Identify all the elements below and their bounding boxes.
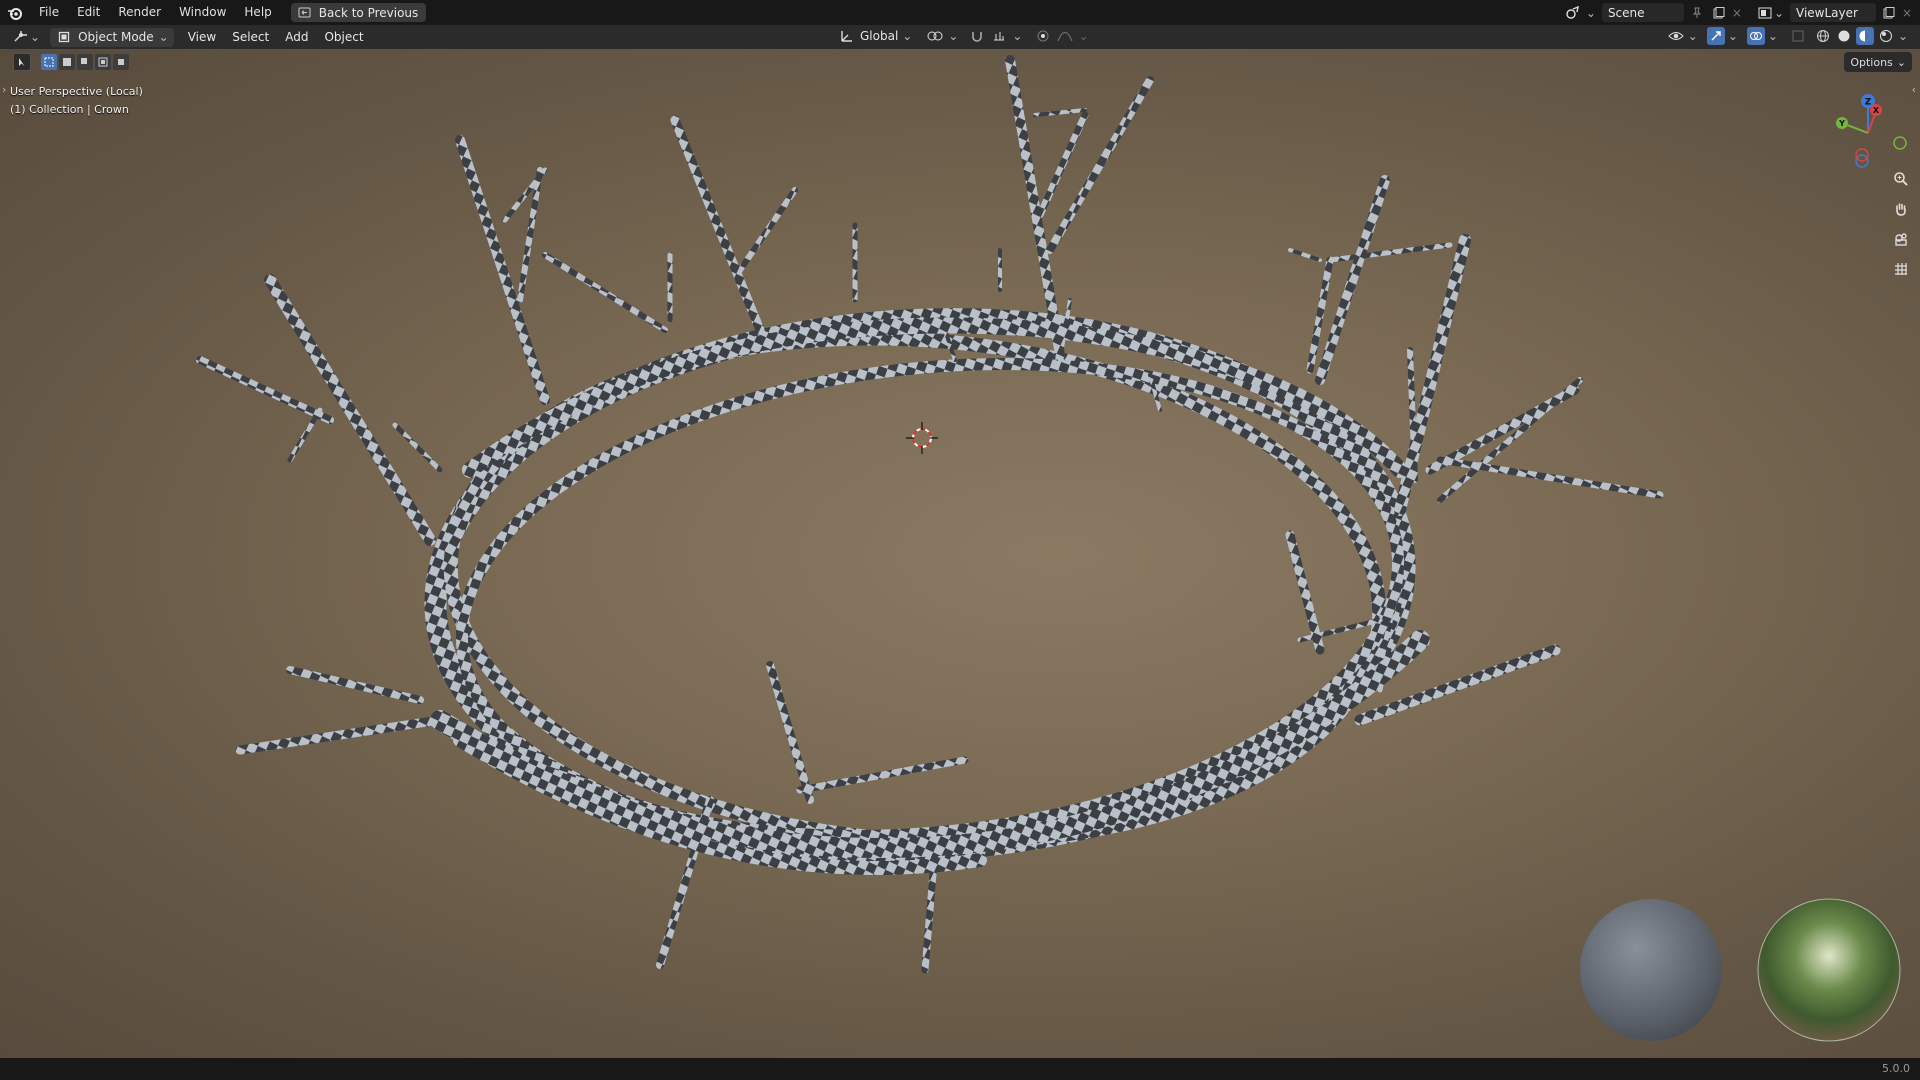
object-mode-label: Object Mode xyxy=(78,30,154,44)
chevron-down-icon: ⌄ xyxy=(902,29,913,43)
chevron-down-icon: ⌄ xyxy=(30,30,41,44)
transform-orientation-icon xyxy=(838,27,856,45)
delete-view-layer-icon[interactable]: × xyxy=(1898,4,1916,22)
solid-shading-icon[interactable] xyxy=(1835,27,1853,45)
chevron-down-icon: ⌄ xyxy=(1687,29,1698,43)
overlays-icon[interactable] xyxy=(1746,27,1765,45)
view-layer-icon[interactable] xyxy=(1756,4,1774,22)
select-intersect-icon[interactable] xyxy=(113,54,129,70)
wireframe-shading-icon[interactable] xyxy=(1814,27,1832,45)
chevron-down-icon: ⌄ xyxy=(1727,29,1738,43)
status-bar: 5.0.0 xyxy=(0,1058,1920,1080)
chevron-down-icon: ⌄ xyxy=(1773,5,1784,20)
material-preview-shading-icon[interactable] xyxy=(1855,27,1874,45)
viewport-collection-label: (1) Collection | Crown xyxy=(10,103,129,116)
chevron-down-icon: ⌄ xyxy=(1767,29,1778,43)
select-tool-icon[interactable] xyxy=(13,53,31,71)
menu-window[interactable]: Window xyxy=(170,0,235,25)
gizmo-z-label: Z xyxy=(1865,98,1872,108)
3d-cursor[interactable] xyxy=(906,422,938,454)
back-to-previous-label: Back to Previous xyxy=(318,5,419,20)
chevron-down-icon: ⌄ xyxy=(1078,29,1089,43)
rendered-shading-icon[interactable] xyxy=(1877,27,1895,45)
top-bar: File Edit Render Window Help Back to Pre… xyxy=(0,0,1920,25)
gizmo-toggle-icon[interactable] xyxy=(1706,27,1725,45)
snap-icon[interactable] xyxy=(968,27,986,45)
menu-file[interactable]: File xyxy=(30,0,68,25)
proportional-editing-icon[interactable] xyxy=(1034,27,1052,45)
sidebar-expand-icon[interactable]: ‹ xyxy=(1912,83,1916,96)
chevron-down-icon: ⌄ xyxy=(1897,29,1908,43)
select-tools xyxy=(13,53,129,71)
xray-icon[interactable] xyxy=(1789,27,1807,45)
menu-add[interactable]: Add xyxy=(277,25,316,49)
navigation-gizmo[interactable]: Z X Y xyxy=(1830,89,1910,169)
editor-type-icon[interactable] xyxy=(12,28,30,46)
material-preview-sphere xyxy=(1580,899,1722,1041)
menu-select[interactable]: Select xyxy=(224,25,277,49)
new-view-layer-icon[interactable] xyxy=(1880,4,1898,22)
select-new-icon[interactable] xyxy=(41,54,57,70)
chevron-down-icon: ⌄ xyxy=(1012,29,1023,43)
viewport-header: ⌄ Object Mode ⌄ View Select Add Object G… xyxy=(0,25,1920,49)
hdri-preview-sphere xyxy=(1757,898,1901,1042)
camera-view-icon[interactable] xyxy=(1888,226,1914,252)
orthographic-toggle-icon[interactable] xyxy=(1888,256,1914,282)
crown-of-thorns-model[interactable] xyxy=(0,49,1920,1058)
object-mode-icon xyxy=(55,28,73,46)
new-scene-icon[interactable] xyxy=(1710,4,1728,22)
pan-hand-icon[interactable] xyxy=(1888,196,1914,222)
snap-target-icon[interactable] xyxy=(990,27,1008,45)
delete-scene-icon[interactable]: × xyxy=(1728,4,1746,22)
pivot-point-icon[interactable] xyxy=(926,27,944,45)
blender-logo-icon[interactable] xyxy=(0,0,30,25)
scene-name-value: Scene xyxy=(1607,5,1645,20)
view-layer-value: ViewLayer xyxy=(1796,5,1858,20)
viewport-perspective-label: User Perspective (Local) xyxy=(10,85,143,98)
select-extend-icon[interactable] xyxy=(59,54,75,70)
scene-selector-icon[interactable] xyxy=(1564,4,1582,22)
pin-icon[interactable] xyxy=(1688,4,1706,22)
visibility-icon[interactable] xyxy=(1667,27,1685,45)
options-dropdown[interactable]: Options ⌄ xyxy=(1844,52,1912,72)
menu-object[interactable]: Object xyxy=(316,25,371,49)
gizmo-x-label: X xyxy=(1873,106,1880,115)
version-label: 5.0.0 xyxy=(1882,1062,1910,1075)
options-label: Options xyxy=(1850,55,1893,69)
select-invert-icon[interactable] xyxy=(95,54,111,70)
select-subtract-icon[interactable] xyxy=(77,54,93,70)
falloff-icon[interactable] xyxy=(1056,27,1074,45)
menu-render[interactable]: Render xyxy=(109,0,170,25)
zoom-icon[interactable] xyxy=(1888,166,1914,192)
toolbar-expand-icon[interactable]: › xyxy=(2,83,6,96)
menu-edit[interactable]: Edit xyxy=(68,0,109,25)
menu-help[interactable]: Help xyxy=(235,0,280,25)
chevron-down-icon: ⌄ xyxy=(948,29,959,43)
gizmo-y-label: Y xyxy=(1838,119,1845,128)
menu-view[interactable]: View xyxy=(180,25,224,49)
crown-rings xyxy=(424,308,1430,875)
back-arrow-icon xyxy=(296,4,314,22)
scene-name-field[interactable]: Scene xyxy=(1601,3,1684,22)
view-layer-field[interactable]: ViewLayer xyxy=(1790,3,1876,22)
chevron-down-icon: ⌄ xyxy=(1896,55,1906,69)
chevron-down-icon: ⌄ xyxy=(158,30,169,44)
back-to-previous-button[interactable]: Back to Previous xyxy=(290,3,427,22)
3d-viewport[interactable]: User Perspective (Local) (1) Collection … xyxy=(0,49,1920,1058)
chevron-down-icon: ⌄ xyxy=(1585,5,1596,20)
transform-orientation-dropdown[interactable]: Global xyxy=(860,29,898,43)
object-mode-dropdown[interactable]: Object Mode ⌄ xyxy=(50,27,174,47)
